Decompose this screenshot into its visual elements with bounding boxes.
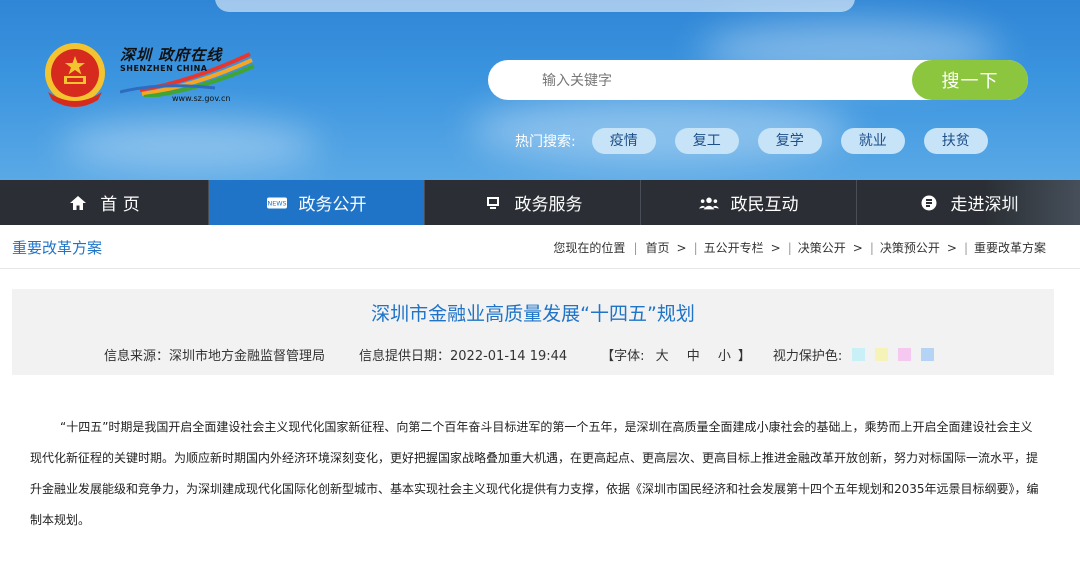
people-icon (698, 193, 719, 213)
breadcrumb-arrow: > (946, 240, 957, 255)
eye-color-swatch[interactable] (898, 348, 912, 361)
font-size-label-close: 】 (737, 349, 751, 364)
breadcrumb-separator: | (963, 240, 968, 255)
eye-color-swatch[interactable] (875, 348, 889, 361)
article-date: 信息提供日期：2022-01-14 19:44 (359, 349, 568, 364)
article-title: 深圳市金融业高质量发展“十四五”规划 (371, 303, 695, 325)
nav-item-label: 政民互动 (730, 195, 799, 215)
hot-search-tag[interactable]: 就业 (840, 128, 905, 154)
nav-item-label: 首 页 (100, 195, 140, 215)
hot-search-tag[interactable]: 扶贫 (923, 128, 988, 154)
breadcrumb-arrow: > (852, 240, 863, 255)
top-strip (215, 0, 855, 12)
breadcrumb-arrow: > (770, 240, 781, 255)
site-logo[interactable]: 深圳 政府在线 SHENZHEN CHINA www.sz.gov.cn (120, 44, 260, 108)
nav-item-home[interactable]: 首 页 (0, 180, 209, 225)
eye-color-swatch[interactable] (921, 348, 935, 361)
breadcrumb-location-label: 您现在的位置 (553, 241, 626, 255)
eye-color-swatch[interactable] (852, 348, 866, 361)
article-body: “十四五”时期是我国开启全面建设社会主义现代化国家新征程、向第二个百年奋斗目标进… (30, 412, 1040, 536)
breadcrumb-link[interactable]: 决策公开 (798, 239, 846, 256)
article-paragraph: “十四五”时期是我国开启全面建设社会主义现代化国家新征程、向第二个百年奋斗目标进… (30, 420, 1039, 527)
hot-search-label: 热门搜索: (515, 134, 576, 150)
cloud-decoration (60, 120, 320, 170)
main-nav: 首 页 NEWS 政务公开 政务服务 政民互动 走进深圳 (0, 180, 1080, 225)
font-size-large-button[interactable]: 大 (656, 349, 669, 364)
breadcrumb-link[interactable]: 决策预公开 (880, 239, 940, 256)
nav-item-services[interactable]: 政务服务 (425, 180, 641, 225)
nav-item-label: 政务服务 (514, 195, 583, 215)
site-header: 深圳 政府在线 SHENZHEN CHINA www.sz.gov.cn 搜一下… (0, 0, 1080, 180)
logo-title: 深圳 政府在线 (120, 46, 223, 64)
home-icon (68, 193, 88, 213)
nav-item-label: 政务公开 (298, 195, 367, 215)
search-input[interactable] (508, 60, 908, 100)
logo-subtitle: SHENZHEN CHINA (120, 64, 208, 73)
nav-item-about-shenzhen[interactable]: 走进深圳 (857, 180, 1080, 225)
breadcrumb-link[interactable]: 五公开专栏 (704, 239, 764, 256)
font-size-small-button[interactable]: 小 (718, 349, 731, 364)
font-size-controls: 大 中 小 (649, 345, 738, 364)
svg-text:NEWS: NEWS (267, 200, 286, 207)
breadcrumb-separator: | (869, 240, 874, 255)
font-size-label-open: 【字体: (601, 349, 645, 364)
nav-item-government-affairs[interactable]: NEWS 政务公开 (209, 180, 425, 225)
search-box: 搜一下 (488, 60, 1028, 100)
hot-search-tag[interactable]: 复学 (757, 128, 822, 154)
news-icon: NEWS (266, 193, 287, 213)
hot-search: 热门搜索: 疫情 复工 复学 就业 扶贫 (515, 128, 1007, 154)
hot-search-tag[interactable]: 疫情 (591, 128, 656, 154)
monitor-icon (483, 193, 503, 213)
breadcrumb: 您现在的位置 | 首页 > | 五公开专栏 > | 决策公开 > | 决策预公开… (553, 239, 1046, 256)
nav-item-label: 走进深圳 (950, 195, 1019, 215)
hot-search-tag[interactable]: 复工 (674, 128, 739, 154)
article-meta: 信息来源：深圳市地方金融监督管理局 信息提供日期：2022-01-14 19:4… (104, 345, 935, 364)
breadcrumb-link[interactable]: 首页 (645, 239, 669, 256)
breadcrumb-separator: | (633, 240, 638, 255)
breadcrumb-arrow: > (676, 240, 687, 255)
logo-url: www.sz.gov.cn (172, 94, 231, 103)
search-button[interactable]: 搜一下 (912, 60, 1028, 100)
breadcrumb-separator: | (693, 240, 698, 255)
eye-protection-label: 视力保护色: (772, 349, 843, 364)
font-size-medium-button[interactable]: 中 (687, 349, 700, 364)
article-header: 深圳市金融业高质量发展“十四五”规划 信息来源：深圳市地方金融监督管理局 信息提… (12, 289, 1054, 375)
nav-item-interaction[interactable]: 政民互动 (641, 180, 857, 225)
breadcrumb-bar: 重要改革方案 您现在的位置 | 首页 > | 五公开专栏 > | 决策公开 > … (0, 225, 1080, 269)
national-emblem-icon (45, 43, 105, 107)
breadcrumb-separator: | (787, 240, 792, 255)
article-source: 信息来源：深圳市地方金融监督管理局 (104, 349, 326, 364)
section-title: 重要改革方案 (12, 239, 103, 257)
coin-icon (919, 193, 939, 213)
breadcrumb-link[interactable]: 重要改革方案 (974, 239, 1046, 256)
